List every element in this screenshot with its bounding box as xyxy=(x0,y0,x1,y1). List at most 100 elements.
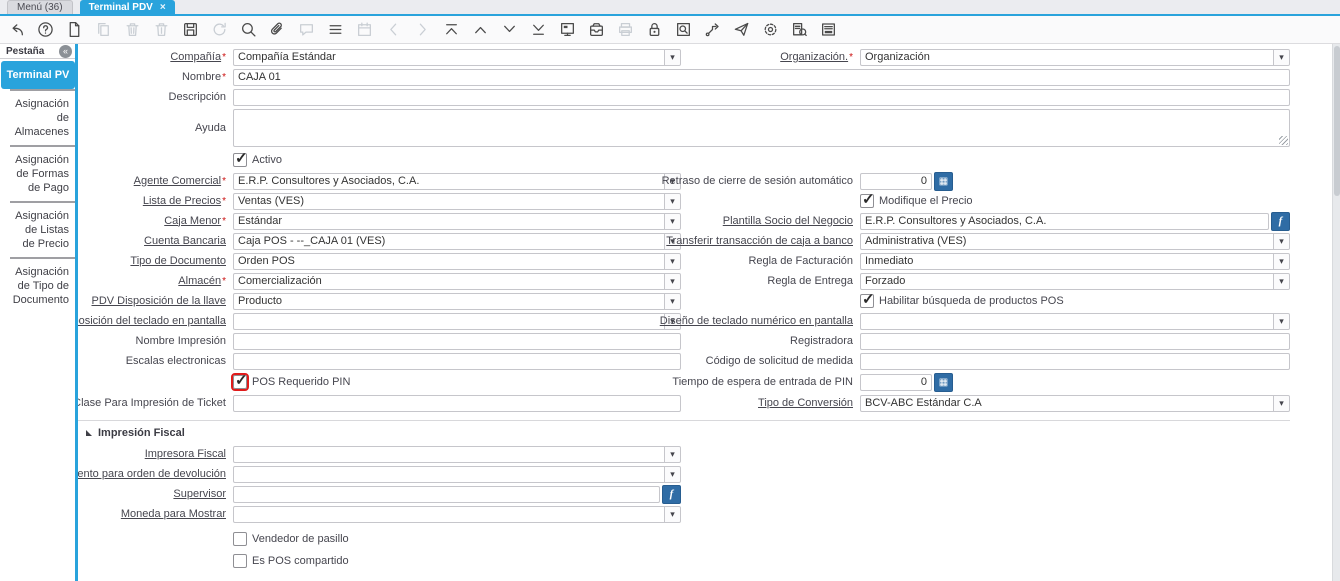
field-label-agente-comercial[interactable]: Agente Comercial xyxy=(134,175,226,188)
field-label-impresora-fiscal[interactable]: Impresora Fiscal xyxy=(145,448,226,461)
descripcion-input[interactable] xyxy=(233,88,1290,106)
collapse-group-icon[interactable] xyxy=(86,429,92,436)
previous-record-icon[interactable] xyxy=(472,21,489,38)
retraso-cierre-input[interactable] xyxy=(860,172,932,190)
moneda-mostrar-select[interactable] xyxy=(233,505,681,523)
tipo-conversion-select[interactable]: BCV-ABC Estándar C.A xyxy=(860,394,1290,412)
zoom-across-icon[interactable] xyxy=(675,21,692,38)
sidebar-tab-asignacion-formas-pago[interactable]: Asignación de Formas de Pago xyxy=(10,147,75,201)
almacen-select[interactable]: Comercialización xyxy=(233,272,681,290)
combo-arrow-icon[interactable] xyxy=(1273,395,1289,411)
calculator-icon[interactable] xyxy=(934,372,953,392)
archive-icon[interactable] xyxy=(588,21,605,38)
field-label-organizacion[interactable]: Organización. xyxy=(780,51,853,64)
field-label-almacen[interactable]: Almacén xyxy=(178,275,226,288)
last-record-icon[interactable] xyxy=(530,21,547,38)
caja-menor-select[interactable]: Estándar xyxy=(233,212,681,230)
field-label-lista-precios[interactable]: Lista de Precios xyxy=(143,195,226,208)
field-label-diseno-teclado-numerico[interactable]: Diseño de teclado numérico en pantalla xyxy=(660,315,853,328)
calculator-icon[interactable] xyxy=(934,171,953,191)
lock-icon[interactable] xyxy=(646,21,663,38)
escalas-electronicas-input[interactable] xyxy=(233,352,681,370)
combo-arrow-icon[interactable] xyxy=(1273,273,1289,289)
combo-arrow-icon[interactable] xyxy=(1273,49,1289,65)
nombre-input[interactable] xyxy=(233,68,1290,86)
organizacion-select[interactable]: Organización xyxy=(860,48,1290,66)
combo-arrow-icon[interactable] xyxy=(664,213,680,229)
nombre-impresion-input[interactable] xyxy=(233,332,681,350)
first-record-icon[interactable] xyxy=(443,21,460,38)
combo-arrow-icon[interactable] xyxy=(664,506,680,522)
field-label-supervisor[interactable]: Supervisor xyxy=(173,488,226,501)
pos-requerido-pin-checkbox[interactable] xyxy=(231,371,249,391)
codigo-solicitud-medida-input[interactable] xyxy=(860,352,1290,370)
field-label-cuenta-bancaria[interactable]: Cuenta Bancaria xyxy=(144,235,226,248)
diseno-teclado-numerico-select[interactable] xyxy=(860,312,1290,330)
agente-comercial-select[interactable]: E.R.P. Consultores y Asociados, C.A. xyxy=(233,172,681,190)
combo-arrow-icon[interactable] xyxy=(1273,313,1289,329)
registradora-input[interactable] xyxy=(860,332,1290,350)
send-mail-icon[interactable] xyxy=(733,21,750,38)
report-icon[interactable] xyxy=(559,21,576,38)
combo-arrow-icon[interactable] xyxy=(1273,253,1289,269)
impresion-fiscal-group-header[interactable]: Impresión Fiscal xyxy=(78,425,1290,440)
regla-facturacion-select[interactable]: Inmediato xyxy=(860,252,1290,270)
habilitar-busqueda-checkbox[interactable] xyxy=(860,290,875,308)
combo-arrow-icon[interactable] xyxy=(1273,233,1289,249)
field-label-tipo-documento[interactable]: Tipo de Documento xyxy=(130,255,226,268)
pdv-disposicion-llave-select[interactable]: Producto xyxy=(233,292,681,310)
workflow-icon[interactable] xyxy=(704,21,721,38)
regla-entrega-select[interactable]: Forzado xyxy=(860,272,1290,290)
compania-select[interactable]: Compañía Estándar xyxy=(233,48,681,66)
find-icon[interactable] xyxy=(240,21,257,38)
ayuda-textarea[interactable] xyxy=(233,109,1290,147)
sidebar-tab-terminal-pv[interactable]: Terminal PV xyxy=(1,61,75,89)
vertical-scrollbar-thumb[interactable] xyxy=(1334,46,1340,196)
field-label-disposicion-teclado[interactable]: Disposición del teclado en pantalla xyxy=(78,315,226,328)
field-label-caja-menor[interactable]: Caja Menor xyxy=(164,215,226,228)
close-tab-icon[interactable]: × xyxy=(160,2,166,13)
collapse-sidebar-icon[interactable]: « xyxy=(59,44,72,58)
grid-toggle-icon[interactable] xyxy=(327,21,344,38)
preferences-icon[interactable] xyxy=(762,21,779,38)
transferir-caja-banco-select[interactable]: Administrativa (VES) xyxy=(860,232,1290,250)
supervisor-input[interactable] xyxy=(233,485,660,503)
next-record-icon[interactable] xyxy=(501,21,518,38)
disposicion-teclado-select[interactable] xyxy=(233,312,681,330)
tipo-documento-select[interactable]: Orden POS xyxy=(233,252,681,270)
combo-arrow-icon[interactable] xyxy=(664,49,680,65)
plantilla-socio-input[interactable] xyxy=(860,212,1269,230)
sidebar-tab-asignacion-listas-precio[interactable]: Asignación de Listas de Precio xyxy=(10,203,75,257)
sidebar-tab-asignacion-almacenes[interactable]: Asignación de Almacenes xyxy=(10,91,75,145)
help-icon[interactable] xyxy=(37,21,54,38)
field-label-transferir-caja-banco[interactable]: Transferir transacción de caja a banco xyxy=(666,235,853,248)
combo-arrow-icon[interactable] xyxy=(664,293,680,309)
tab-menu[interactable]: Menú (36) xyxy=(7,0,73,14)
tab-terminal-pdv[interactable]: Terminal PDV × xyxy=(79,0,175,14)
field-label-compania[interactable]: Compañía xyxy=(170,51,226,64)
report-view-icon[interactable] xyxy=(820,21,837,38)
cuenta-bancaria-select[interactable]: Caja POS - --_CAJA 01 (VES) xyxy=(233,232,681,250)
vendedor-pasillo-checkbox[interactable] xyxy=(233,532,247,546)
record-search-icon[interactable] xyxy=(662,484,681,504)
impresora-fiscal-select[interactable] xyxy=(233,445,681,463)
clase-impresion-ticket-input[interactable] xyxy=(233,394,681,412)
combo-arrow-icon[interactable] xyxy=(664,466,680,482)
save-icon[interactable] xyxy=(182,21,199,38)
activo-checkbox[interactable] xyxy=(233,149,248,167)
lista-precios-select[interactable]: Ventas (VES) xyxy=(233,192,681,210)
modifique-precio-checkbox[interactable] xyxy=(860,190,875,208)
vertical-scrollbar[interactable] xyxy=(1332,44,1340,581)
field-label-tipo-conversion[interactable]: Tipo de Conversión xyxy=(758,397,853,410)
new-record-icon[interactable] xyxy=(66,21,83,38)
field-label-moneda-mostrar[interactable]: Moneda para Mostrar xyxy=(121,508,226,521)
sidebar-tab-asignacion-tipo-documento[interactable]: Asignación de Tipo de Documento xyxy=(10,259,75,313)
attachment-icon[interactable] xyxy=(269,21,286,38)
print-preview-icon[interactable] xyxy=(791,21,808,38)
undo-icon[interactable] xyxy=(8,21,25,38)
combo-arrow-icon[interactable] xyxy=(664,193,680,209)
combo-arrow-icon[interactable] xyxy=(664,253,680,269)
combo-arrow-icon[interactable] xyxy=(664,273,680,289)
record-search-icon[interactable] xyxy=(1271,211,1290,231)
combo-arrow-icon[interactable] xyxy=(664,446,680,462)
